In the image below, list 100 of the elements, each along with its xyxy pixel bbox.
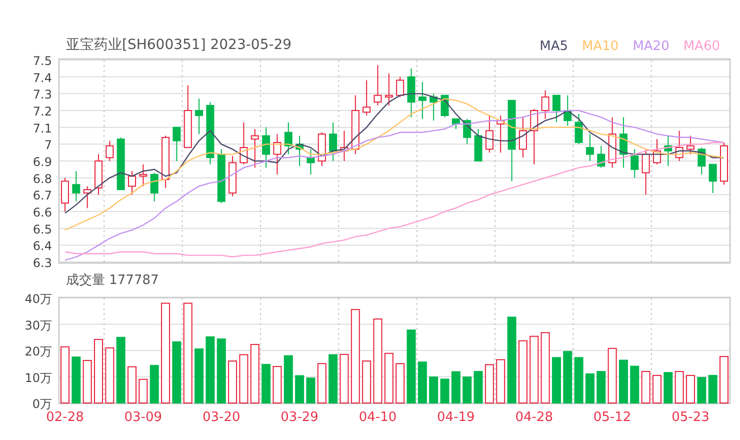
volume-bar — [630, 366, 640, 404]
candlestick — [240, 122, 248, 165]
volume-bar — [618, 360, 628, 404]
volume-bar — [150, 364, 159, 404]
candlestick — [586, 134, 594, 162]
candlestick — [306, 148, 315, 175]
volume-bar — [530, 336, 539, 404]
volume-bar — [462, 376, 472, 404]
candlestick — [541, 90, 550, 120]
date-label: 03-09 — [124, 410, 162, 425]
candlestick — [340, 130, 348, 162]
volume-bar — [72, 356, 81, 404]
axis-label: 0万 — [32, 397, 52, 411]
date-label: 03-20 — [202, 410, 240, 425]
candlestick — [630, 148, 639, 178]
date-label: 04-19 — [437, 410, 475, 425]
legend-label: MA5 — [540, 39, 568, 54]
candlestick — [496, 115, 505, 154]
candlestick — [675, 130, 684, 162]
volume-bar — [317, 363, 326, 404]
candlestick — [474, 128, 482, 162]
candlestick — [162, 135, 170, 188]
candlestick — [430, 93, 438, 122]
candlestick — [418, 81, 426, 120]
candlestick — [664, 135, 672, 167]
candlestick — [485, 115, 494, 154]
candlestick — [184, 84, 192, 148]
volume-bar — [664, 372, 673, 404]
date-label: 03-29 — [280, 410, 318, 425]
candlestick — [374, 64, 382, 106]
legend-label: MA10 — [582, 39, 619, 54]
volume-title: 成交量 177787 — [66, 272, 159, 288]
candlestick — [273, 134, 282, 175]
candlestick — [384, 72, 393, 106]
volume-bar — [362, 360, 372, 404]
candlestick — [172, 126, 181, 162]
volume-bar — [295, 375, 304, 404]
volume-bar — [708, 374, 718, 404]
axis-label: 7.5 — [32, 56, 52, 68]
axis-label: 7.1 — [32, 121, 52, 136]
axis-label: 40万 — [24, 292, 52, 306]
candlestick — [652, 138, 661, 165]
volume-bar — [216, 338, 226, 404]
volume-bar — [641, 371, 650, 404]
axis-label: 7.3 — [32, 88, 52, 102]
axis-label: 7 — [44, 138, 52, 152]
candlestick — [318, 132, 326, 167]
volume-bar — [674, 371, 684, 404]
axis-label: 10万 — [24, 370, 52, 385]
volume-bar — [172, 341, 182, 404]
volume-bar — [540, 332, 550, 404]
candlestick — [407, 68, 416, 118]
candlestick — [150, 172, 158, 202]
candlestick — [564, 94, 572, 126]
candlestick — [396, 76, 404, 98]
volume-bar — [82, 360, 92, 404]
volume-bar — [440, 378, 450, 404]
legend-label: MA60 — [683, 39, 720, 54]
volume-bar — [60, 346, 70, 404]
candlestick — [698, 147, 706, 175]
candlestick — [228, 155, 237, 197]
volume-bar — [239, 354, 248, 404]
volume-bar — [384, 352, 394, 404]
axis-label: 20万 — [24, 344, 52, 358]
candlestick — [72, 170, 80, 202]
volume-bar — [116, 336, 126, 404]
volume-bar — [194, 348, 204, 404]
axis-label: 7.4 — [32, 70, 52, 85]
axis-label: 6.3 — [32, 256, 52, 270]
axis-label: 7.2 — [32, 104, 52, 118]
candlestick — [642, 148, 650, 196]
candlestick — [61, 177, 69, 212]
volume-bar — [585, 373, 594, 404]
candlestick — [518, 116, 527, 158]
volume-bar — [228, 360, 238, 404]
candlestick — [351, 94, 360, 155]
candlestick — [128, 170, 136, 196]
candlestick — [597, 145, 606, 168]
candlestick — [106, 140, 114, 162]
axis-label: 30万 — [24, 318, 52, 332]
volume-bar — [484, 364, 494, 404]
legend-label: MA20 — [632, 39, 670, 54]
candlestick — [83, 186, 92, 209]
volume-bar — [697, 377, 706, 404]
volume-bar — [328, 354, 338, 404]
candlestick — [608, 116, 616, 168]
volume-bar — [306, 378, 316, 404]
volume-bar — [138, 378, 148, 404]
volume-bar — [518, 340, 528, 404]
candlestick — [139, 164, 148, 187]
date-label: 05-23 — [672, 410, 710, 425]
volume-bar — [686, 374, 695, 404]
volume-bar — [574, 357, 584, 404]
volume-bar — [429, 376, 438, 404]
axis-label: 6.6 — [32, 206, 52, 220]
volume-bar — [262, 364, 271, 404]
candlestick — [463, 118, 472, 145]
candlestick — [94, 154, 102, 196]
candlestick — [619, 116, 628, 168]
axis-label: 6.5 — [32, 222, 52, 236]
